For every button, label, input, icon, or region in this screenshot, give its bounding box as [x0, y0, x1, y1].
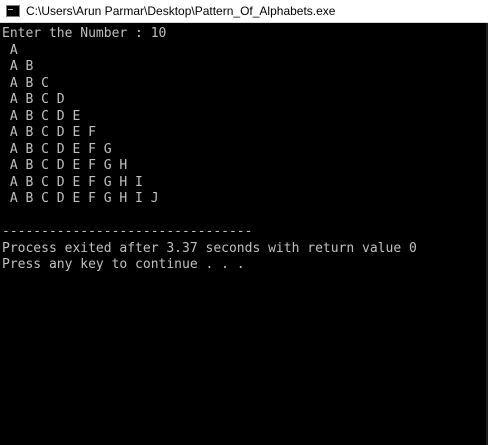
console-line-separator: -------------------------------- [2, 224, 253, 239]
console-line-pattern-2: A B [2, 59, 34, 74]
title-bar[interactable]: C:\Users\Arun Parmar\Desktop\Pattern_Of_… [0, 0, 488, 23]
console-line-exit-status: Process exited after 3.37 seconds with r… [2, 240, 417, 256]
console-line-pattern-6: A B C D E F [2, 125, 96, 140]
console-line-continue-prompt: Press any key to continue . . . [2, 257, 245, 272]
console-line-pattern-10: A B C D E F G H I J [2, 191, 159, 206]
console-line-pattern-1: A [2, 42, 18, 58]
console-line-pattern-7: A B C D E F G [2, 141, 112, 157]
console-window[interactable]: C:\Users\Arun Parmar\Desktop\Pattern_Of_… [0, 0, 488, 445]
console-output[interactable]: Enter the Number : 10 A A B A B C A B C … [0, 23, 486, 445]
console-line-pattern-3: A B C [2, 75, 49, 91]
console-line-pattern-4: A B C D [2, 92, 65, 107]
console-line-prompt: Enter the Number : 10 [2, 26, 167, 41]
console-line-pattern-9: A B C D E F G H I [2, 174, 143, 190]
console-app-icon [6, 5, 20, 17]
console-line-pattern-8: A B C D E F G H [2, 158, 128, 173]
console-line-pattern-5: A B C D E [2, 108, 81, 124]
window-title: C:\Users\Arun Parmar\Desktop\Pattern_Of_… [26, 4, 336, 18]
